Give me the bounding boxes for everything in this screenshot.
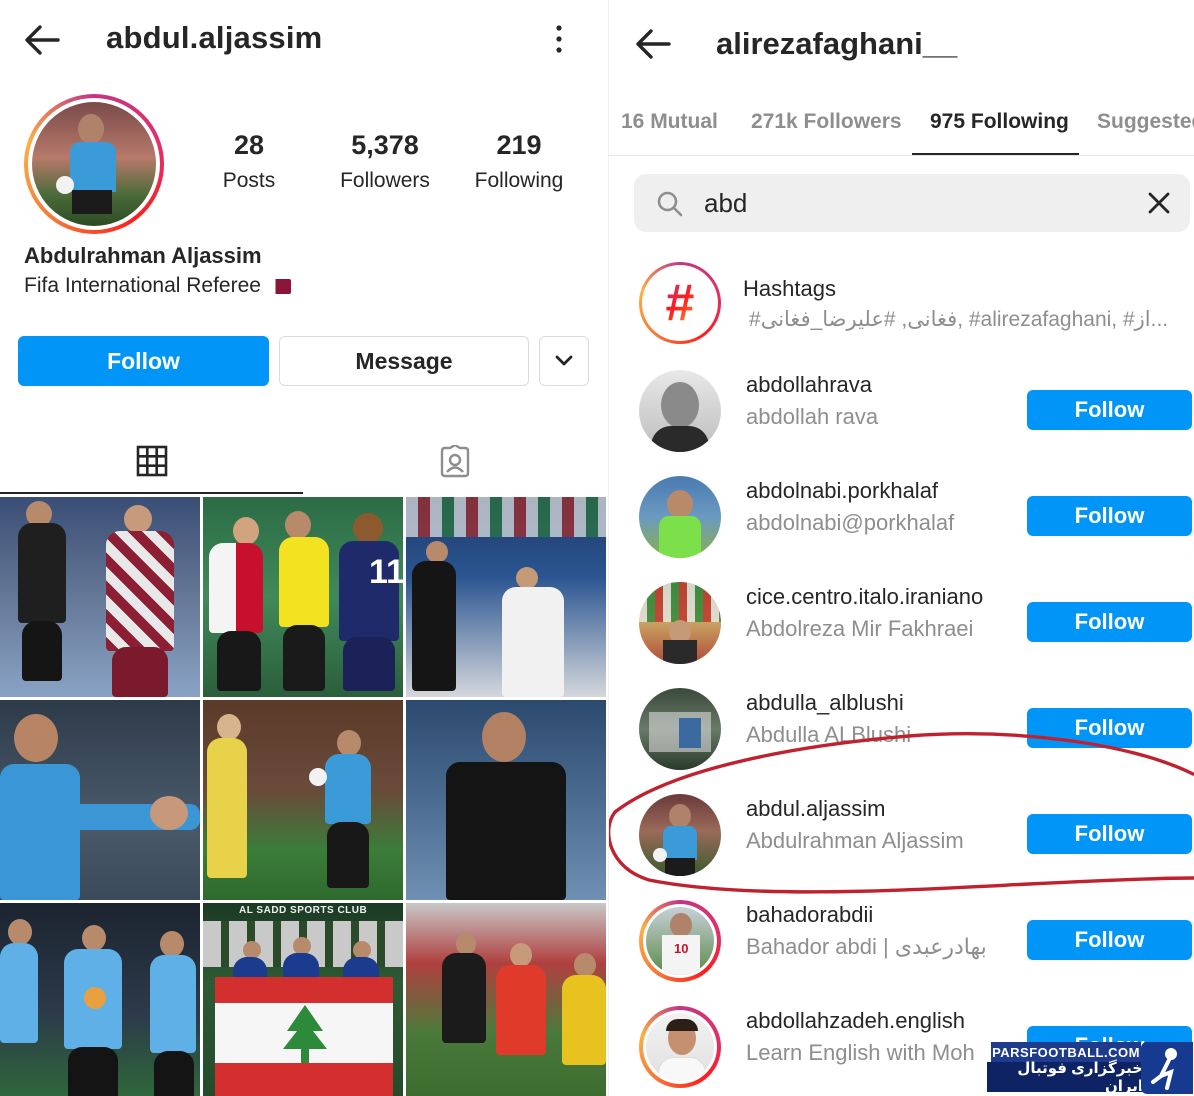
profile-username: abdul.aljassim [106,20,323,55]
profile-panel: abdul.aljassim 28 Posts 5,378 Followers … [0,0,606,1096]
list-item[interactable]: cice.centro.italo.iraniano Abdolreza Mir… [609,572,1194,672]
avatar[interactable] [639,794,721,876]
post-thumbnail[interactable] [0,903,200,1096]
search-bar[interactable]: abd [634,174,1190,232]
avatar[interactable] [639,1006,721,1088]
post-thumbnail[interactable] [406,497,606,697]
tagged-icon [440,445,469,478]
result-name: Abdolreza Mir Fakhraei [746,616,974,641]
search-input[interactable]: abd [704,188,747,219]
avatar[interactable]: 10 [639,900,721,982]
result-username: cice.centro.italo.iraniano [746,584,984,609]
active-tab-indicator [912,153,1079,155]
page-title: alirezafaghani__ [716,26,958,61]
result-name: abdollah rava [746,404,879,429]
avatar[interactable] [639,688,721,770]
result-username: abdollahzadeh.english [746,1008,965,1033]
profile-bio: Fifa International Referee [24,274,291,298]
close-icon[interactable] [1146,190,1172,216]
result-name: abdolnabi@porkhalaf [746,510,955,535]
following-stat[interactable]: 219 Following [466,130,572,193]
follow-button[interactable]: Follow [1027,602,1192,642]
post-thumbnail[interactable] [406,700,606,900]
result-username: bahadorabdii [746,902,874,927]
post-thumbnail[interactable]: 11 [203,497,403,697]
tab-followers[interactable]: 271k Followers [751,110,902,134]
tab-mutual[interactable]: 16 Mutual [621,110,718,134]
chevron-down-icon [555,355,573,366]
result-name: Learn English with Moh [746,1040,975,1065]
post-thumbnail[interactable]: AL SADD SPORTS CLUB [203,903,403,1096]
follow-button[interactable]: Follow [1027,708,1192,748]
search-icon [657,191,683,217]
follow-button[interactable]: Follow [1027,814,1192,854]
posts-stat[interactable]: 28 Posts [216,130,282,193]
sadd-banner: AL SADD SPORTS CLUB [239,905,368,916]
result-username: abdulla_alblushi [746,690,904,715]
hashtag-icon: # [665,274,695,332]
grid-icon [136,445,167,477]
avatar[interactable] [639,370,721,452]
tab-tagged[interactable] [303,430,606,494]
avatar[interactable] [639,582,721,664]
list-item[interactable]: 10 bahadorabdii Bahador abdi | بهادرعبدی… [609,890,1194,990]
list-item[interactable]: abdulla_alblushi Abdulla ALBlushi Follow [609,678,1194,778]
result-username: abdollahrava [746,372,872,397]
follow-button[interactable]: Follow [18,336,269,386]
suggested-dropdown-button[interactable] [539,336,589,386]
result-username: abdul.aljassim [746,796,886,821]
follow-button[interactable]: Follow [1027,496,1192,536]
profile-full-name: Abdulrahman Aljassim [24,243,262,268]
result-name: Bahador abdi | بهادرعبدی [746,934,987,959]
tab-following[interactable]: 975 Following [930,110,1069,134]
follow-button[interactable]: Follow [1027,920,1192,960]
jersey-number: 11 [369,553,403,591]
qatar-flag-icon [268,278,291,294]
followers-stat[interactable]: 5,378 Followers [330,130,440,193]
following-panel: alirezafaghani__ 16 Mutual 271k Follower… [608,0,1194,1096]
result-username: abdolnabi.porkhalaf [746,478,939,503]
tab-posts-grid[interactable] [0,430,303,494]
parsfootball-watermark: PARSFOOTBALL.COM خبرگزاری فوتبال ایران [987,1042,1194,1096]
post-thumbnail[interactable] [406,903,606,1096]
watermark-tagline: خبرگزاری فوتبال ایران [987,1060,1143,1095]
result-name: Abdulrahman Aljassim [746,828,964,853]
hashtags-title[interactable]: Hashtags [743,276,836,302]
result-name: Abdulla ALBlushi [746,722,912,747]
parsfootball-logo-icon [1141,1042,1193,1094]
post-thumbnail[interactable] [0,497,200,697]
follow-button[interactable]: Follow [1027,390,1192,430]
back-arrow-icon[interactable] [633,26,673,62]
message-button[interactable]: Message [279,336,529,386]
post-thumbnail[interactable] [203,700,403,900]
list-item[interactable]: abdolnabi.porkhalaf abdolnabi@porkhalaf … [609,466,1194,566]
more-options-icon[interactable] [548,22,570,56]
follow-tabs: 16 Mutual 271k Followers 975 Following S… [609,96,1194,156]
profile-avatar[interactable] [24,94,164,234]
back-arrow-icon[interactable] [22,22,62,58]
list-item[interactable]: abdollahrava abdollah rava Follow [609,360,1194,460]
hashtags-subtitle: #فغانی, #علیرضا_فغانی, #alirezafaghani, … [749,308,1169,331]
bio-text: Fifa International Referee [24,274,261,297]
tab-suggested[interactable]: Suggested [1097,110,1194,134]
avatar[interactable] [639,476,721,558]
post-thumbnail[interactable] [0,700,200,900]
list-item[interactable]: abdul.aljassim Abdulrahman Aljassim Foll… [609,784,1194,884]
hashtags-avatar[interactable]: # [639,262,721,344]
